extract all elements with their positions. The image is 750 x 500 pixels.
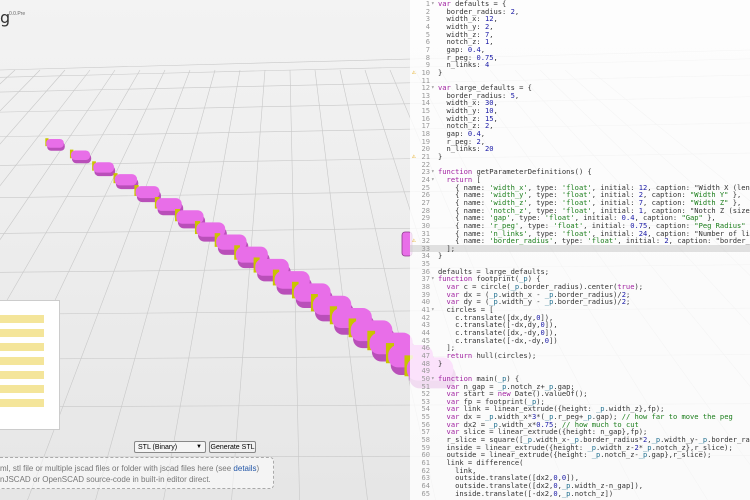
grid-line — [0, 69, 16, 85]
dropzone-text: ml, stl file or multiple jscad files or … — [0, 464, 234, 473]
parameter-field[interactable] — [0, 315, 44, 323]
generate-stl-button[interactable]: Generate STL — [209, 441, 256, 453]
fold-toggle-icon[interactable]: ▾ — [431, 306, 437, 314]
chevron-down-icon: ▼ — [196, 444, 202, 450]
code-line[interactable]: ⚠ 32 { name: 'border_radius', type: 'floa… — [410, 236, 750, 246]
code-text: { name: 'border_radius', type: 'float', … — [438, 236, 750, 246]
chain-link — [46, 139, 64, 148]
code-line[interactable]: 34} — [410, 252, 750, 260]
code-editor[interactable]: 1 ▾ var defaults = {2 border_radius: 2, 3 w… — [410, 0, 750, 500]
chain-link — [70, 150, 91, 161]
app-version: 0.0.Pre — [9, 11, 26, 17]
code-line[interactable]: 45 c.translate([-dx,-dy,0]) — [410, 335, 750, 345]
output-format-select[interactable]: STL (Binary) ▼ — [134, 441, 206, 453]
grid-line — [0, 69, 91, 187]
output-format-value: STL (Binary) — [138, 443, 178, 451]
parameter-field[interactable] — [0, 399, 44, 407]
line-number: 65 — [421, 488, 430, 498]
code-line[interactable]: 20 n_links: 20 — [410, 145, 750, 153]
parameter-field[interactable] — [0, 343, 44, 351]
parameters-panel — [0, 300, 60, 430]
grid-line — [0, 69, 116, 241]
chain-link — [196, 222, 226, 237]
fold-toggle-icon[interactable]: ▾ — [431, 176, 437, 184]
fold-toggle-icon[interactable]: ▾ — [431, 375, 437, 383]
grid-line — [231, 69, 266, 500]
parameter-field[interactable] — [0, 371, 44, 379]
parameter-field[interactable] — [0, 329, 44, 337]
code-line[interactable]: 33 ]; — [410, 245, 750, 253]
chain-link — [93, 162, 114, 173]
details-link[interactable]: details — [233, 464, 256, 473]
chain-link — [135, 186, 160, 199]
code-text: return hull(circles); — [446, 350, 537, 360]
parameter-field[interactable] — [0, 385, 44, 393]
code-text: n_links: 20 — [438, 144, 494, 154]
grid-line — [0, 69, 66, 145]
code-text: c.translate([-dx,-dy,0]) — [438, 335, 558, 345]
code-line[interactable]: 47 return hull(circles); — [410, 352, 750, 360]
chain-link — [156, 198, 182, 211]
dropzone-line-2: nJSCAD or OpenSCAD source-code in built-… — [0, 475, 211, 484]
code-text: } — [438, 152, 443, 161]
grid-line — [27, 69, 191, 500]
grid-line — [163, 69, 241, 500]
code-text: inside.translate([-dx2,0,_p.notch_z]) — [438, 488, 614, 498]
code-line[interactable]: 65 inside.translate([-dx2,0,_p.notch_z]) — [410, 488, 750, 498]
dropzone-line-1: ml, stl file or multiple jscad files or … — [0, 463, 267, 474]
fold-toggle-icon[interactable]: ▾ — [431, 275, 437, 283]
code-line[interactable]: 48} — [410, 358, 750, 368]
code-text: } — [438, 358, 443, 368]
code-line[interactable]: ⚠ 10} — [410, 67, 750, 77]
code-text: n_links: 4 — [438, 60, 490, 70]
fold-toggle-icon[interactable]: ▾ — [431, 0, 437, 8]
parameter-field[interactable] — [0, 357, 44, 365]
fold-toggle-icon[interactable]: ▾ — [431, 84, 437, 92]
fold-toggle-icon[interactable]: ▾ — [431, 168, 437, 176]
dropzone-text-end: ) — [256, 464, 260, 473]
grid-line — [0, 69, 166, 417]
file-dropzone[interactable]: ml, stl file or multiple jscad files or … — [0, 457, 274, 489]
grid-line — [0, 69, 41, 112]
code-text: } — [438, 67, 443, 77]
code-line[interactable]: ⚠ 21} — [410, 152, 750, 161]
code-line[interactable]: 9 n_links: 4 — [410, 61, 750, 69]
code-text: } — [438, 251, 443, 261]
chain-link — [114, 174, 138, 186]
